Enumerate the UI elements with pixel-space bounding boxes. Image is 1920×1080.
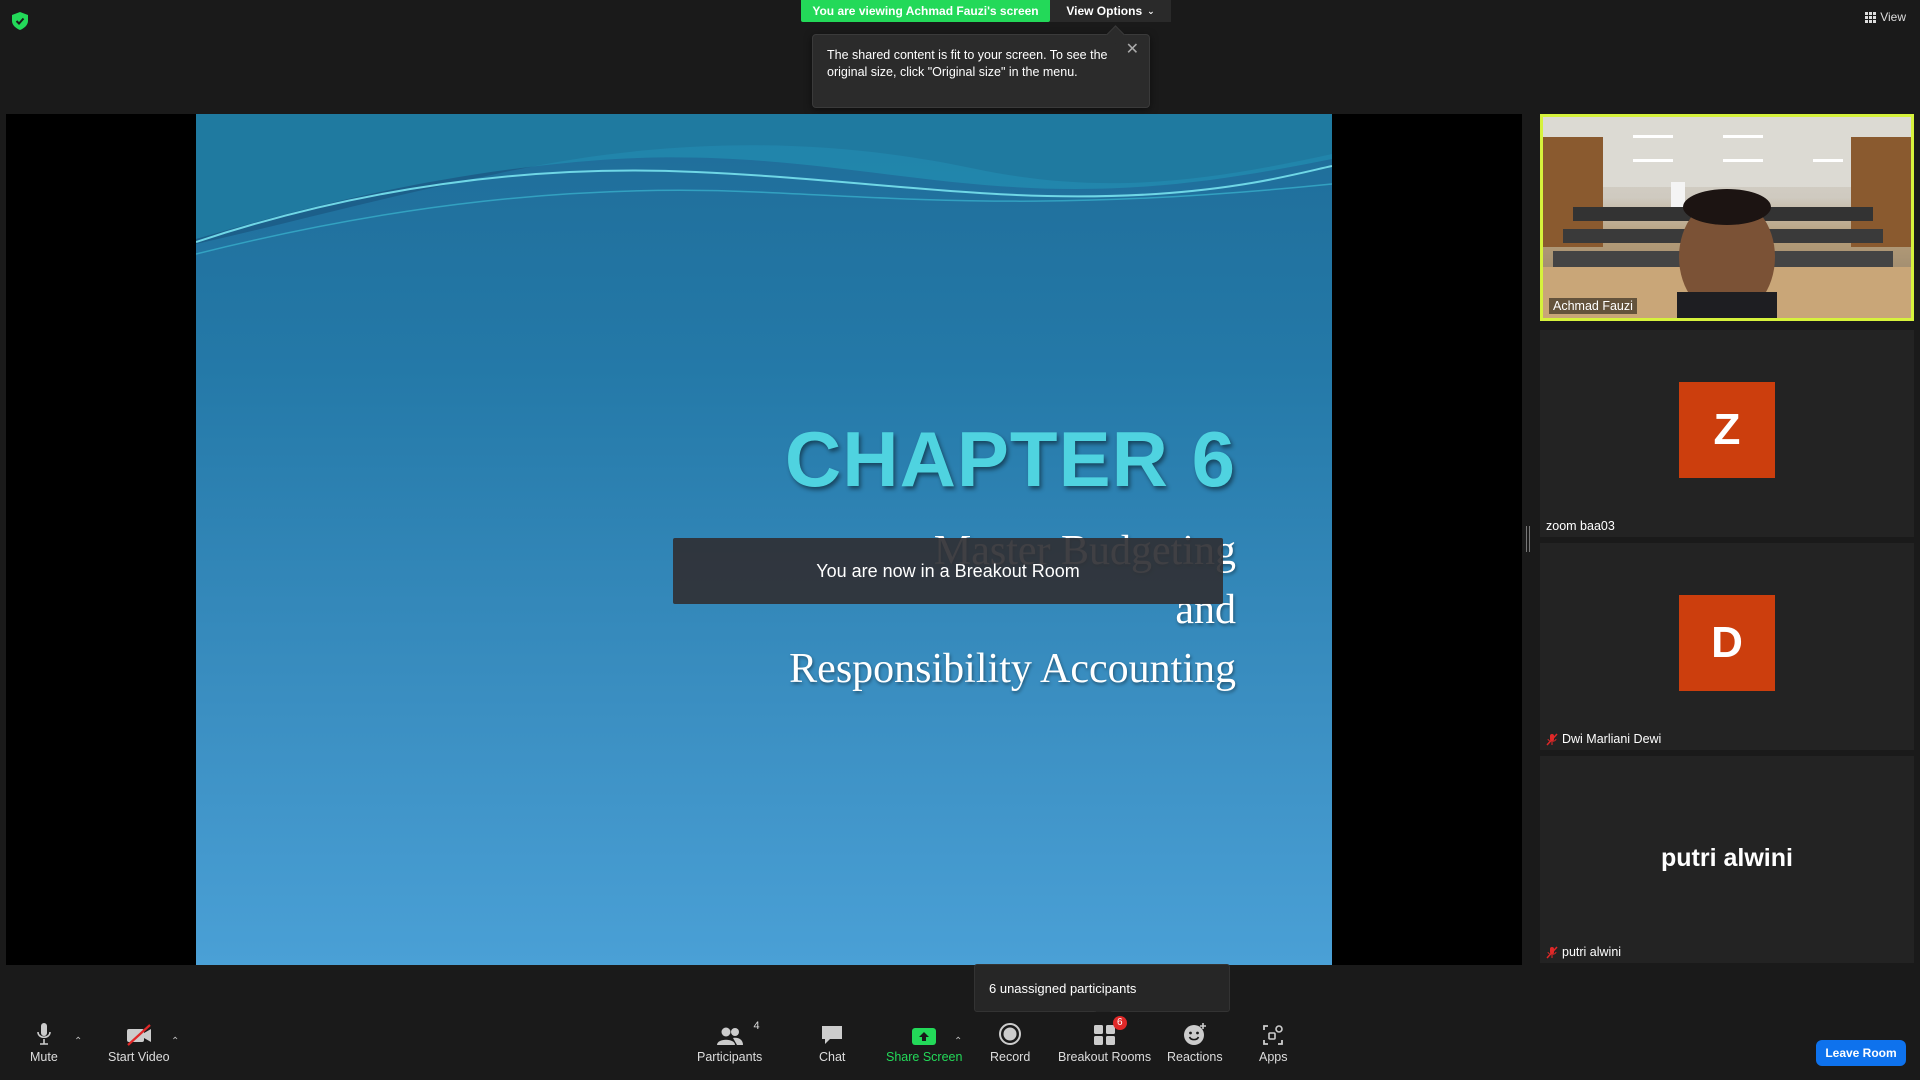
close-icon[interactable]: ✕ xyxy=(1126,41,1139,58)
apps-button[interactable]: Apps xyxy=(1259,1020,1288,1064)
participants-button[interactable]: 4 Participants xyxy=(697,1020,762,1064)
view-options-label: View Options xyxy=(1066,4,1143,18)
share-options-caret[interactable]: ⌃ xyxy=(954,1036,962,1047)
security-shield-icon[interactable] xyxy=(12,12,28,30)
breakout-rooms-badge: 6 xyxy=(1112,1016,1127,1030)
mute-options-caret[interactable]: ⌃ xyxy=(74,1036,82,1047)
view-options-button[interactable]: View Options ⌄ xyxy=(1050,0,1171,22)
reactions-icon xyxy=(1183,1023,1206,1045)
breakout-rooms-button[interactable]: 6 Breakout Rooms xyxy=(1058,1016,1152,1064)
participant-tile[interactable]: Z zoom baa03 xyxy=(1540,330,1914,537)
participant-name: Achmad Fauzi xyxy=(1549,298,1637,314)
start-video-button[interactable]: Start Video xyxy=(108,1020,170,1064)
mic-muted-icon xyxy=(1546,945,1558,959)
participant-name: zoom baa03 xyxy=(1546,519,1615,533)
leave-room-button[interactable]: Leave Room xyxy=(1816,1040,1906,1066)
slide-chapter-title: CHAPTER 6 xyxy=(784,415,1236,503)
participant-name: Dwi Marliani Dewi xyxy=(1546,732,1661,746)
share-screen-button[interactable]: Share Screen xyxy=(886,1020,962,1064)
mic-muted-icon xyxy=(1546,732,1558,746)
view-label: View xyxy=(1880,10,1906,24)
grid-view-icon xyxy=(1865,11,1877,23)
tooltip-text: The shared content is fit to your screen… xyxy=(827,48,1108,79)
reactions-button[interactable]: Reactions xyxy=(1167,1020,1223,1064)
classroom-video-frame xyxy=(1543,117,1911,318)
share-screen-icon xyxy=(912,1028,937,1045)
fit-screen-tooltip: The shared content is fit to your screen… xyxy=(812,34,1150,108)
mute-label: Mute xyxy=(30,1050,58,1064)
record-icon xyxy=(999,1023,1022,1045)
apps-icon xyxy=(1263,1025,1284,1045)
zoom-meeting-window: You are viewing Achmad Fauzi's screen Vi… xyxy=(0,0,1920,1080)
participant-name: putri alwini xyxy=(1546,945,1621,959)
record-button[interactable]: Record xyxy=(990,1020,1030,1064)
participants-icon xyxy=(716,1027,743,1045)
participant-display-name: putri alwini xyxy=(1661,844,1793,872)
chevron-down-icon: ⌄ xyxy=(1147,5,1155,16)
participants-label: Participants xyxy=(697,1050,763,1064)
breakout-rooms-label: Breakout Rooms xyxy=(1058,1050,1152,1064)
participant-tile[interactable]: putri alwini putri alwini xyxy=(1540,756,1914,963)
breakout-room-toast: You are now in a Breakout Room xyxy=(673,538,1223,604)
slide-wave-decoration xyxy=(196,114,1332,255)
start-video-label: Start Video xyxy=(108,1050,170,1064)
participant-tile-video[interactable]: Achmad Fauzi xyxy=(1540,114,1914,321)
chat-label: Chat xyxy=(819,1050,846,1064)
mute-button[interactable]: Mute xyxy=(30,1020,58,1064)
avatar: Z xyxy=(1679,382,1775,478)
video-options-caret[interactable]: ⌃ xyxy=(171,1036,179,1047)
reactions-label: Reactions xyxy=(1167,1050,1223,1064)
participant-tile[interactable]: D Dwi Marliani Dewi xyxy=(1540,543,1914,750)
unassigned-participants-popup[interactable]: 6 unassigned participants xyxy=(974,964,1230,1012)
breakout-rooms-icon xyxy=(1093,1025,1115,1045)
share-screen-label: Share Screen xyxy=(886,1050,963,1064)
slide-subtitle-line: Responsibility Accounting xyxy=(789,646,1236,692)
view-button[interactable]: View xyxy=(1865,10,1906,24)
video-off-icon xyxy=(126,1024,151,1046)
record-label: Record xyxy=(990,1050,1031,1064)
apps-label: Apps xyxy=(1259,1050,1288,1064)
chat-button[interactable]: Chat xyxy=(819,1020,845,1064)
panel-resize-handle[interactable] xyxy=(1526,526,1530,552)
participant-video xyxy=(1543,117,1911,318)
avatar: D xyxy=(1679,595,1775,691)
participants-count: 4 xyxy=(753,1020,760,1032)
chat-icon xyxy=(822,1026,843,1044)
viewing-screen-banner: You are viewing Achmad Fauzi's screen xyxy=(801,0,1050,22)
microphone-icon xyxy=(37,1023,51,1045)
